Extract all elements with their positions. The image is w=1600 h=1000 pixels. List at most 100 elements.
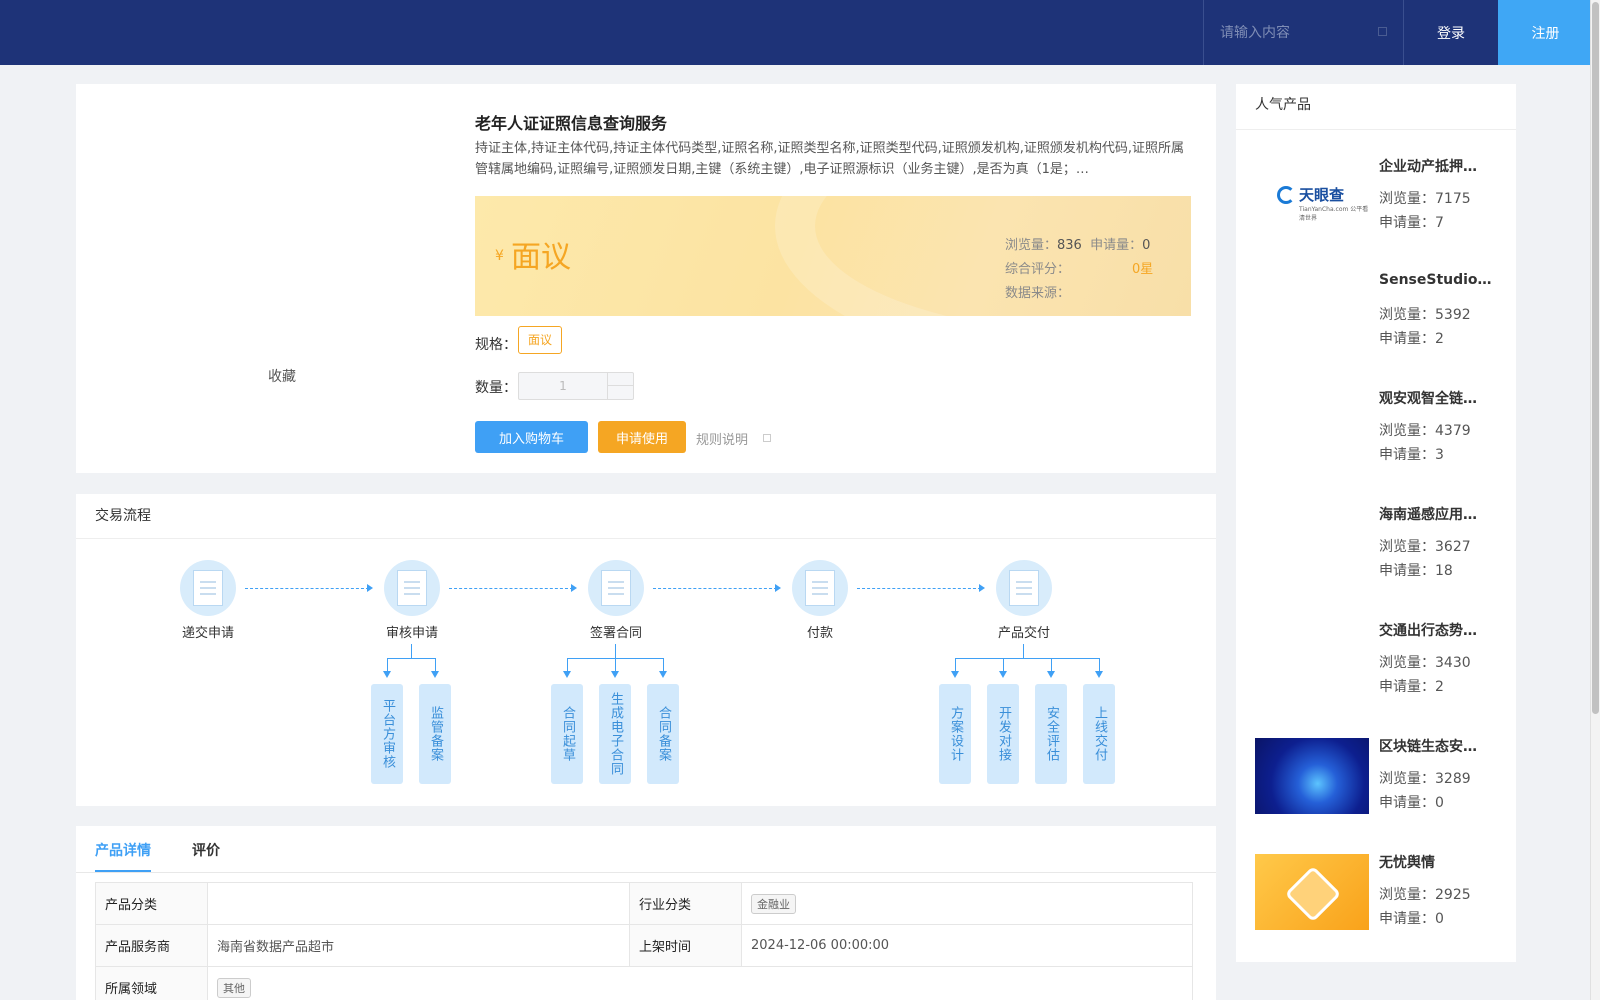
substep-security-assessment: 安全评估 [1035, 684, 1067, 784]
top-navbar: 登录 注册 [0, 0, 1593, 65]
tab-product-details[interactable]: 产品详情 [95, 840, 151, 860]
branch-connector [387, 658, 388, 672]
industry-tag: 金融业 [751, 893, 796, 914]
item-applies: 申请量：0 [1379, 911, 1444, 927]
listed-time-label: 上架时间 [629, 924, 742, 967]
trade-flow-panel: 交易流程 递交申请 审核申请 签署合同 付款 产品交付 平台方审核 监管备案 合… [76, 494, 1216, 806]
logo-text: 天眼查 [1299, 186, 1345, 204]
item-applies: 申请量：2 [1379, 331, 1444, 347]
item-applies: 申请量：0 [1379, 795, 1444, 811]
flow-step-contract: 签署合同 [566, 560, 666, 641]
domain-label: 所属领域 [95, 966, 208, 1000]
branch-arrow [563, 671, 571, 678]
popular-item[interactable]: 天眼查 TianYanCha.com 公平看清世界 企业动产抵押… 浏览量：71… [1255, 156, 1505, 236]
popular-item[interactable]: 区块链生态安… 浏览量：3289 申请量：0 [1255, 736, 1505, 816]
item-applies: 申请量：18 [1379, 563, 1453, 579]
spec-option[interactable]: 面议 [518, 326, 563, 354]
review-icon [384, 560, 440, 616]
branch-connector [955, 658, 956, 672]
sentiment-thumbnail[interactable] [1255, 854, 1369, 930]
flow-arrow [653, 584, 781, 592]
substep-contract-draft: 合同起草 [551, 684, 583, 784]
item-name[interactable]: 企业动产抵押… [1379, 156, 1503, 176]
popular-item[interactable]: 无忧舆情 浏览量：2925 申请量：0 [1255, 852, 1505, 932]
add-to-cart-button[interactable]: 加入购物车 [475, 421, 588, 453]
tab-divider [76, 872, 1216, 873]
product-thumbnail[interactable] [1255, 622, 1369, 698]
item-name[interactable]: 无忧舆情 [1379, 852, 1503, 872]
item-applies: 申请量：3 [1379, 447, 1444, 463]
details-table: 产品分类 行业分类 金融业 产品服务商 海南省数据产品超市 上架时间 2024-… [95, 882, 1193, 1000]
substep-generate-contract: 生成电子合同 [599, 684, 631, 784]
item-name[interactable]: 区块链生态安… [1379, 736, 1503, 756]
login-button[interactable]: 登录 [1403, 0, 1498, 65]
substep-solution-design: 方案设计 [939, 684, 971, 784]
tianyancha-logo-icon [1277, 186, 1295, 204]
flow-step-label: 递交申请 [181, 626, 234, 641]
branch-arrow [659, 671, 667, 678]
quantity-stepper[interactable]: 1 [518, 372, 634, 400]
branch-connector [615, 658, 616, 672]
branch-connector [663, 658, 664, 672]
blockchain-thumbnail[interactable] [1255, 738, 1369, 814]
apply-button[interactable]: 申请使用 [598, 421, 686, 453]
item-views: 浏览量：3430 [1379, 655, 1471, 671]
item-applies: 申请量：7 [1379, 215, 1444, 231]
help-icon[interactable] [763, 434, 771, 442]
product-thumbnail[interactable] [1255, 390, 1369, 466]
quantity-decrease-button[interactable] [607, 386, 634, 399]
substep-go-live: 上线交付 [1083, 684, 1115, 784]
branch-arrow [383, 671, 391, 678]
submit-icon [180, 560, 236, 616]
popular-item[interactable]: 观安观智全链… 浏览量：4379 申请量：3 [1255, 388, 1505, 468]
register-button[interactable]: 注册 [1498, 0, 1593, 65]
item-name[interactable]: 观安观智全链… [1379, 388, 1503, 408]
tab-reviews[interactable]: 评价 [192, 840, 220, 860]
table-row: 产品服务商 海南省数据产品超市 上架时间 2024-12-06 00:00:00 [95, 924, 1193, 967]
item-name[interactable]: SenseStudio… [1379, 272, 1503, 288]
popular-item[interactable]: SenseStudio… 浏览量：5392 申请量：2 [1255, 272, 1505, 352]
provider-label: 产品服务商 [95, 924, 208, 967]
rules-link[interactable]: 规则说明 [696, 429, 748, 448]
product-details-panel: 产品详情 评价 产品分类 行业分类 金融业 产品服务商 海南省数据产品超市 上架… [76, 826, 1216, 1000]
rating-value: 0星 [1132, 262, 1154, 277]
price-box: ¥ 面议 浏览量：836 申请量：0 综合评分： 0星 数据来源： [475, 196, 1191, 316]
product-thumbnail[interactable]: 天眼查 TianYanCha.com 公平看清世界 [1255, 158, 1369, 234]
views-label: 浏览量： [1005, 238, 1058, 253]
search-box[interactable] [1203, 0, 1403, 65]
flow-arrow [449, 584, 577, 592]
table-row: 所属领域 其他 [95, 966, 1193, 1000]
delivery-icon [996, 560, 1052, 616]
listed-time-value: 2024-12-06 00:00:00 [741, 924, 1193, 967]
product-thumbnail[interactable] [1255, 274, 1369, 350]
applies-value: 0 [1142, 238, 1151, 253]
search-input[interactable] [1220, 24, 1370, 41]
quantity-increase-button[interactable] [607, 373, 634, 386]
branch-connector [615, 644, 616, 658]
popular-item[interactable]: 海南遥感应用… 浏览量：3627 申请量：18 [1255, 504, 1505, 584]
box-icon [1284, 865, 1342, 923]
product-thumbnail[interactable] [1255, 506, 1369, 582]
provider-value: 海南省数据产品超市 [207, 924, 630, 967]
price-value: 面议 [511, 240, 571, 275]
branch-arrow [431, 671, 439, 678]
flow-step-label: 付款 [806, 626, 833, 641]
flow-step-review: 审核申请 [362, 560, 462, 641]
branch-connector [1003, 658, 1004, 672]
search-icon[interactable] [1378, 27, 1387, 36]
popular-item[interactable]: 交通出行态势… 浏览量：3430 申请量：2 [1255, 620, 1505, 700]
scrollbar-thumb[interactable] [1592, 2, 1599, 714]
item-views: 浏览量：3627 [1379, 539, 1471, 555]
item-name[interactable]: 交通出行态势… [1379, 620, 1503, 640]
item-views: 浏览量：7175 [1379, 191, 1471, 207]
substep-dev-integration: 开发对接 [987, 684, 1019, 784]
views-value: 836 [1057, 238, 1082, 253]
spec-label: 规格： [475, 337, 517, 353]
flow-step-label: 签署合同 [589, 626, 642, 641]
favorite-button[interactable]: 收藏 [268, 366, 296, 386]
logo-subtext: TianYanCha.com 公平看清世界 [1299, 206, 1369, 222]
item-name[interactable]: 海南遥感应用… [1379, 504, 1503, 524]
quantity-input[interactable]: 1 [519, 373, 607, 399]
branch-connector [1023, 644, 1024, 658]
flow-title: 交易流程 [76, 494, 1216, 539]
